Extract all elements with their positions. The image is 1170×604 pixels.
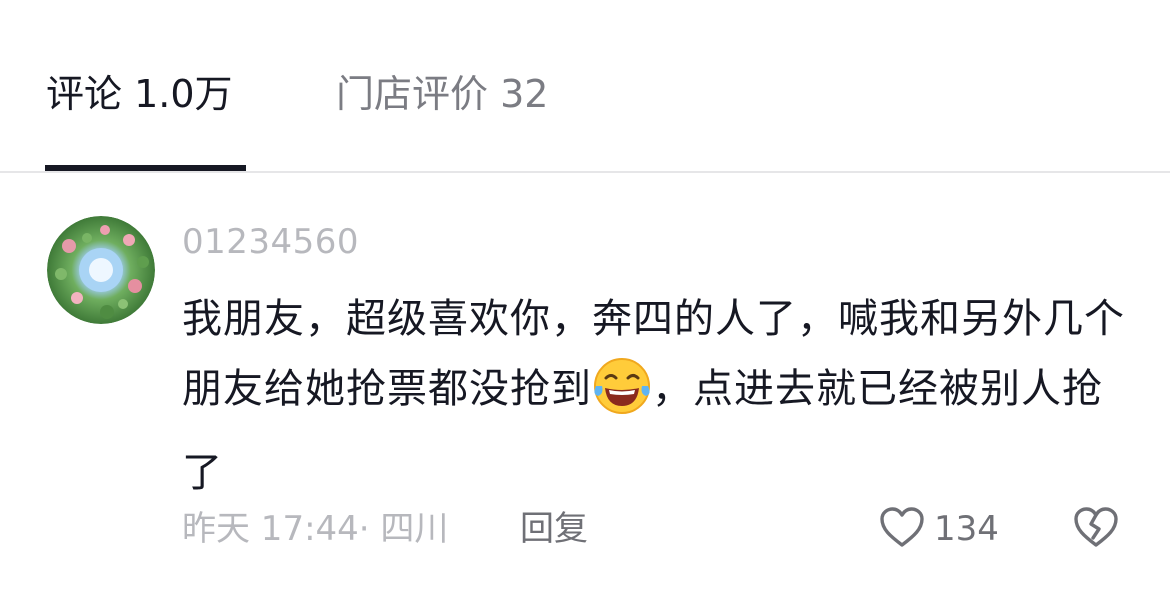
avatar-image xyxy=(47,216,155,324)
laughing-crying-emoji-icon xyxy=(592,356,652,438)
broken-heart-icon xyxy=(1072,505,1120,553)
tab-store-reviews[interactable]: 门店评价 32 xyxy=(336,68,548,120)
comment-time-location: 昨天 17:44· 四川 xyxy=(182,509,449,549)
avatar[interactable] xyxy=(47,216,155,324)
tab-comments[interactable]: 评论 1.0万 xyxy=(46,68,233,120)
heart-icon xyxy=(878,505,926,553)
like-count: 134 xyxy=(934,509,999,549)
dislike-button[interactable] xyxy=(1070,503,1122,555)
reply-button[interactable]: 回复 xyxy=(520,505,588,553)
tabs-divider xyxy=(0,171,1170,173)
like-button[interactable]: 134 xyxy=(878,503,999,555)
comment-text: 我朋友，超级喜欢你，奔四的人了，喊我和另外几个朋友给她抢票都没抢到 ，点进去就已… xyxy=(182,284,1132,508)
comment-username[interactable]: 01234560 xyxy=(182,220,359,264)
comment-tabs: 评论 1.0万 门店评价 32 xyxy=(0,0,1170,172)
